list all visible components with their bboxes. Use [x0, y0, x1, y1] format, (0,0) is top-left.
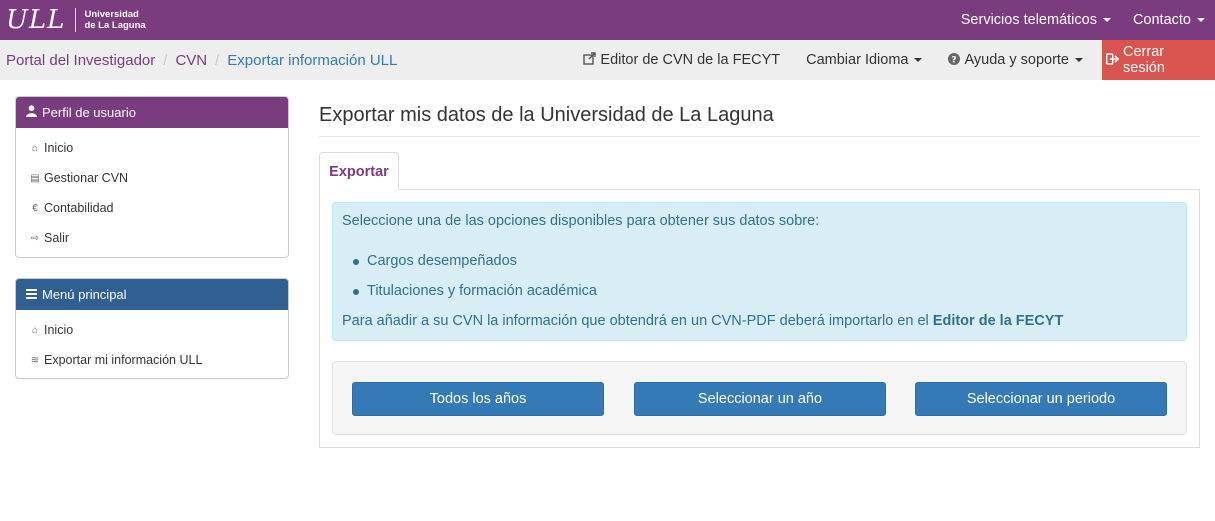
profile-panel-title: Perfil de usuario	[42, 105, 136, 120]
question-circle-icon: ?	[948, 52, 961, 68]
main-menu-item-home[interactable]: ⌂ Inicio	[16, 315, 288, 345]
help-dropdown[interactable]: ? Ayuda y soporte	[935, 40, 1096, 80]
logo-text-line1: Universidad	[84, 9, 139, 20]
alert-note-text: Para añadir a su CVN la información que …	[342, 313, 933, 329]
profile-item-label: Contabilidad	[44, 201, 114, 215]
svg-text:?: ?	[952, 55, 957, 65]
breadcrumb-current[interactable]: Exportar información ULL	[227, 52, 397, 69]
profile-item-label: Inicio	[44, 141, 74, 155]
database-icon: ≋	[30, 354, 40, 366]
logout-icon: ⇨	[30, 232, 40, 244]
profile-menu: ⌂ Inicio ▤ Gestionar CVN € Contabilidad …	[16, 128, 288, 257]
breadcrumb-cvn[interactable]: CVN	[175, 52, 207, 69]
logout-label: Cerrar sesión	[1123, 44, 1165, 76]
contact-label: Contacto	[1132, 12, 1191, 28]
bullet-icon	[353, 259, 359, 265]
top-navbar: ULL Universidad de La Laguna Servicios t…	[0, 0, 1215, 40]
list-item-label: Titulaciones y formación académica	[367, 283, 597, 299]
caret-down-icon	[914, 58, 923, 62]
alert-note-bold: Editor de la FECYT	[932, 313, 1064, 329]
button-well: Todos los años Seleccionar un año Selecc…	[332, 361, 1187, 435]
caret-down-icon	[1075, 58, 1083, 62]
main-menu-panel-header: Menú principal	[16, 279, 288, 310]
secondary-nav: Editor de CVN de la FECYT Cambiar Idioma…	[570, 40, 1215, 80]
page-title: Exportar mis datos de la Universidad de …	[319, 104, 774, 126]
list-item-label: Cargos desempeñados	[367, 253, 517, 269]
tab-export[interactable]: Exportar	[319, 152, 399, 190]
secondary-navbar: Portal del Investigador / CVN / Exportar…	[0, 40, 1215, 80]
profile-item-accounting[interactable]: € Contabilidad	[16, 193, 288, 223]
alert-intro: Seleccione una de las opciones disponibl…	[342, 213, 820, 229]
main-menu-item-label: Exportar mi información ULL	[44, 353, 203, 367]
fecyt-editor-label: Editor de CVN de la FECYT	[600, 52, 781, 68]
select-period-button[interactable]: Seleccionar un periodo	[915, 382, 1167, 416]
select-year-button[interactable]: Seleccionar un año	[634, 382, 886, 416]
fecyt-editor-link[interactable]: Editor de CVN de la FECYT	[570, 40, 793, 80]
caret-down-icon	[1197, 18, 1205, 22]
profile-item-label: Salir	[44, 231, 70, 245]
language-dropdown[interactable]: Cambiar Idioma	[793, 40, 935, 80]
book-icon: ▤	[30, 172, 40, 184]
euro-icon: €	[32, 202, 38, 214]
profile-item-manage-cvn[interactable]: ▤ Gestionar CVN	[16, 163, 288, 193]
logo-text-line2: de La Laguna	[84, 20, 146, 31]
services-label: Servicios telemáticos	[960, 12, 1097, 28]
main-menu-item-export[interactable]: ≋ Exportar mi información ULL	[16, 345, 288, 375]
alert-list: Cargos desempeñados Titulaciones y forma…	[353, 253, 597, 313]
list-item: Cargos desempeñados	[353, 253, 597, 283]
main-menu-panel-title: Menú principal	[42, 287, 127, 302]
profile-panel: Perfil de usuario ⌂ Inicio ▤ Gestionar C…	[15, 96, 289, 258]
ull-logo[interactable]: ULL Universidad de La Laguna	[6, 6, 146, 34]
profile-item-exit[interactable]: ⇨ Salir	[16, 223, 288, 253]
external-link-icon	[583, 52, 597, 68]
logout-button[interactable]: Cerrar sesión	[1102, 40, 1215, 80]
main-menu-panel: Menú principal ⌂ Inicio ≋ Exportar mi in…	[15, 278, 289, 379]
breadcrumb-portal[interactable]: Portal del Investigador	[6, 52, 155, 69]
sign-out-icon	[1105, 52, 1120, 68]
profile-item-home[interactable]: ⌂ Inicio	[16, 133, 288, 163]
profile-panel-header: Perfil de usuario	[16, 97, 288, 128]
main-menu-item-label: Inicio	[44, 323, 74, 337]
alert-note: Para añadir a su CVN la información que …	[342, 313, 1063, 329]
bullet-icon	[353, 289, 359, 295]
info-alert: Seleccione una de las opciones disponibl…	[332, 202, 1187, 341]
user-icon	[26, 105, 37, 120]
contact-dropdown[interactable]: Contacto	[1122, 12, 1215, 28]
top-nav: Servicios telemáticos Contacto	[950, 0, 1215, 40]
logo-divider	[75, 8, 77, 32]
profile-item-label: Gestionar CVN	[44, 171, 129, 185]
home-icon: ⌂	[31, 142, 39, 154]
list-item: Titulaciones y formación académica	[353, 283, 597, 313]
all-years-button[interactable]: Todos los años	[352, 382, 604, 416]
home-icon: ⌂	[31, 324, 39, 336]
logo-mark: ULL	[6, 5, 66, 35]
breadcrumb-separator: /	[215, 51, 220, 69]
title-divider	[319, 136, 1200, 137]
breadcrumb-separator: /	[163, 51, 168, 69]
main-menu: ⌂ Inicio ≋ Exportar mi información ULL	[16, 310, 288, 378]
help-label: Ayuda y soporte	[964, 52, 1069, 68]
logo-text: Universidad de La Laguna	[84, 9, 145, 31]
menu-icon	[26, 288, 37, 302]
language-label: Cambiar Idioma	[806, 52, 909, 68]
breadcrumb: Portal del Investigador / CVN / Exportar…	[6, 40, 397, 80]
caret-down-icon	[1102, 18, 1111, 22]
services-dropdown[interactable]: Servicios telemáticos	[950, 12, 1122, 28]
